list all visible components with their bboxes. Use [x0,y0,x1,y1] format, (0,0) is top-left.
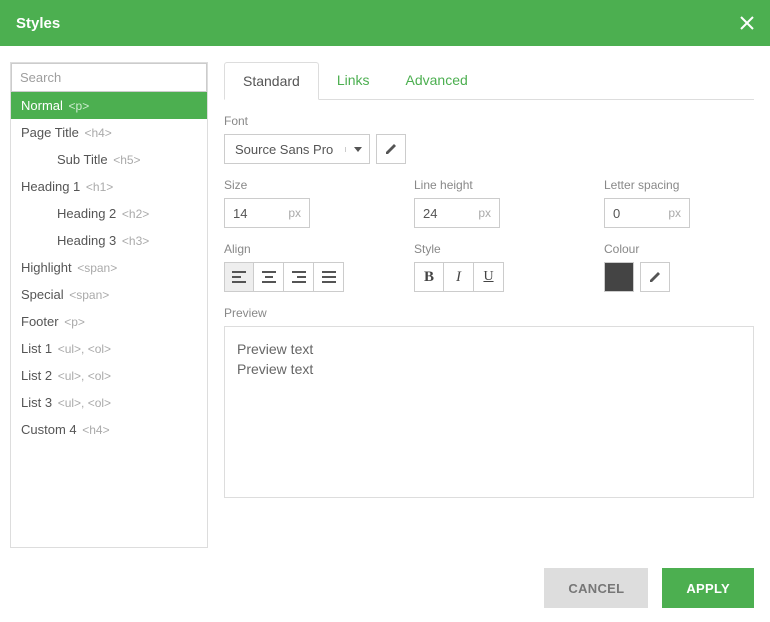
dialog-body: Normal <p>Page Title <h4>Sub Title <h5>H… [0,46,770,548]
style-item-label: Heading 1 [21,179,84,194]
close-icon[interactable] [740,16,754,30]
align-left-button[interactable] [224,262,254,292]
align-justify-button[interactable] [314,262,344,292]
italic-button[interactable]: I [444,262,474,292]
size-field[interactable] [225,206,273,221]
style-item-label: Footer [21,314,62,329]
style-item-tag: <ul>, <ol> [58,342,111,356]
titlebar: Styles [0,0,770,46]
edit-font-button[interactable] [376,134,406,164]
letterspacing-field[interactable] [605,206,653,221]
lineheight-unit: px [478,206,499,220]
style-item-tag: <h3> [122,234,149,248]
style-item-tag: <p> [69,99,90,113]
styles-dialog: Styles Normal <p>Page Title <h4>Sub Titl… [0,0,770,622]
style-item-tag: <ul>, <ol> [58,396,111,410]
italic-icon: I [456,269,461,286]
style-item[interactable]: Sub Title <h5> [11,146,207,173]
tab-links[interactable]: Links [319,62,388,99]
style-item-tag: <p> [64,315,85,329]
lineheight-field[interactable] [415,206,463,221]
style-item[interactable]: List 2 <ul>, <ol> [11,362,207,389]
size-input[interactable]: px [224,198,310,228]
font-label: Font [224,114,754,128]
style-item-tag: <ul>, <ol> [58,369,111,383]
colour-swatch[interactable] [604,262,634,292]
style-item-label: List 3 [21,395,56,410]
dialog-title: Styles [16,15,60,32]
style-item[interactable]: List 3 <ul>, <ol> [11,389,207,416]
style-item-tag: <h5> [113,153,140,167]
preview-line-2: Preview text [237,361,741,377]
style-item[interactable]: List 1 <ul>, <ol> [11,335,207,362]
style-item[interactable]: Normal <p> [11,92,207,119]
style-item-label: Sub Title [57,152,111,167]
main-panel: StandardLinksAdvanced Font Source Sans P… [224,62,760,548]
style-item-tag: <span> [77,261,117,275]
align-left-icon [232,271,246,283]
tabs: StandardLinksAdvanced [224,62,754,100]
align-label: Align [224,242,374,256]
cancel-button[interactable]: CANCEL [544,568,648,608]
underline-button[interactable]: U [474,262,504,292]
styles-sidebar: Normal <p>Page Title <h4>Sub Title <h5>H… [10,62,208,548]
align-center-button[interactable] [254,262,284,292]
styles-list: Normal <p>Page Title <h4>Sub Title <h5>H… [11,92,207,443]
colour-label: Colour [604,242,754,256]
style-item-label: Heading 2 [57,206,120,221]
style-item[interactable]: Page Title <h4> [11,119,207,146]
style-item-label: Special [21,287,67,302]
font-select[interactable]: Source Sans Pro [224,134,370,164]
style-item[interactable]: Custom 4 <h4> [11,416,207,443]
style-item-tag: <h4> [84,126,111,140]
dialog-footer: CANCEL APPLY [544,568,754,608]
style-item[interactable]: Footer <p> [11,308,207,335]
size-unit: px [288,206,309,220]
align-center-icon [262,271,276,283]
lineheight-label: Line height [414,178,564,192]
preview-line-1: Preview text [237,341,741,357]
letterspacing-unit: px [668,206,689,220]
apply-button[interactable]: APPLY [662,568,754,608]
colour-picker-button[interactable] [640,262,670,292]
style-item-tag: <span> [69,288,109,302]
eyedropper-icon [648,270,662,284]
lineheight-input[interactable]: px [414,198,500,228]
pencil-icon [384,142,398,156]
style-item-label: Highlight [21,260,75,275]
style-item-label: Custom 4 [21,422,80,437]
style-item-label: List 2 [21,368,56,383]
preview-label: Preview [224,306,754,320]
align-right-button[interactable] [284,262,314,292]
style-item-label: List 1 [21,341,56,356]
style-item-label: Page Title [21,125,82,140]
style-group: B I U [414,262,564,292]
search-input[interactable] [11,63,207,92]
style-item-tag: <h2> [122,207,149,221]
style-label: Style [414,242,564,256]
letterspacing-label: Letter spacing [604,178,754,192]
bold-icon: B [424,269,434,286]
align-justify-icon [322,271,336,283]
letterspacing-input[interactable]: px [604,198,690,228]
style-item[interactable]: Heading 1 <h1> [11,173,207,200]
style-item[interactable]: Heading 3 <h3> [11,227,207,254]
style-item-tag: <h4> [82,423,109,437]
size-label: Size [224,178,374,192]
chevron-down-icon[interactable] [345,147,369,152]
style-item-tag: <h1> [86,180,113,194]
style-item[interactable]: Highlight <span> [11,254,207,281]
underline-icon: U [483,269,493,285]
font-value: Source Sans Pro [225,142,345,157]
align-group [224,262,374,292]
style-item[interactable]: Heading 2 <h2> [11,200,207,227]
preview-box: Preview text Preview text [224,326,754,498]
style-item-label: Heading 3 [57,233,120,248]
tab-standard[interactable]: Standard [224,62,319,100]
style-item-label: Normal [21,98,67,113]
tab-advanced[interactable]: Advanced [388,62,486,99]
style-item[interactable]: Special <span> [11,281,207,308]
bold-button[interactable]: B [414,262,444,292]
align-right-icon [292,271,306,283]
